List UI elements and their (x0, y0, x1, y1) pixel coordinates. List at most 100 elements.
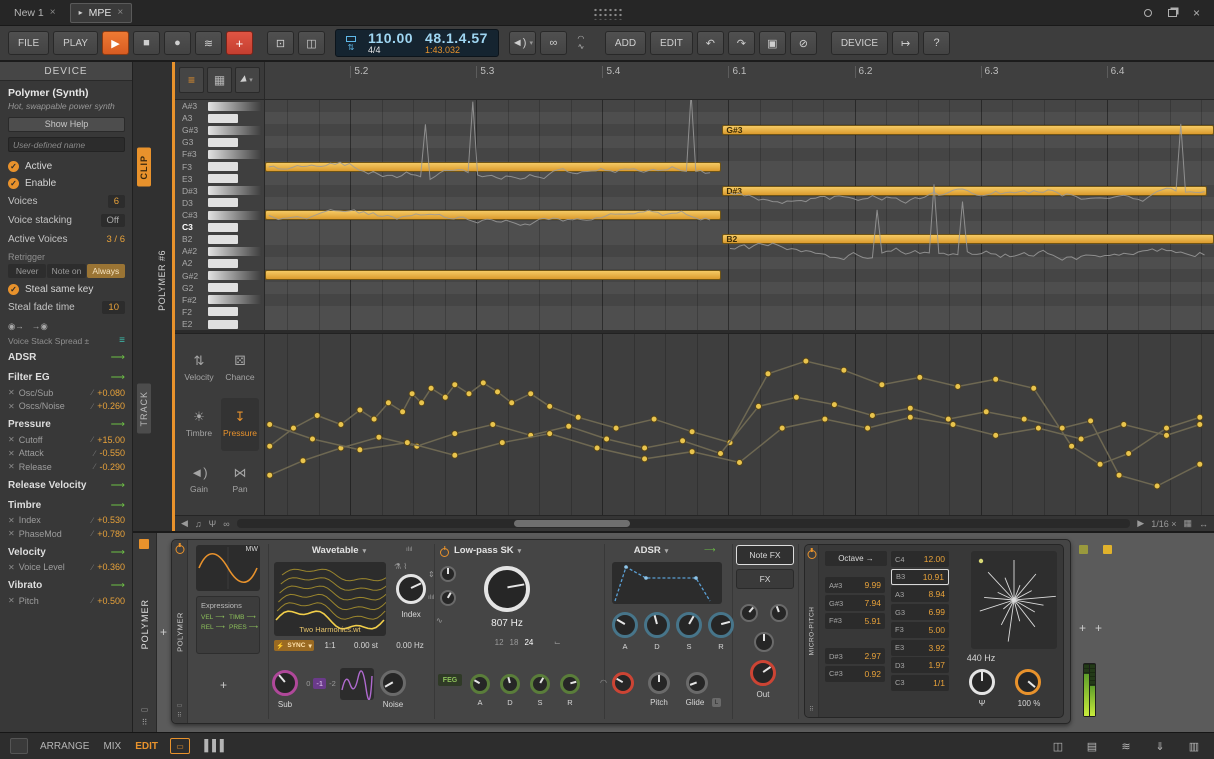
pressure-point[interactable] (841, 367, 847, 373)
pressure-point[interactable] (950, 422, 956, 428)
remove-icon[interactable]: ✕ (8, 529, 15, 538)
pressure-point[interactable] (267, 422, 273, 428)
tempo-value[interactable]: 110.00 (368, 31, 413, 45)
link-icon[interactable]: ∞ (223, 519, 229, 529)
add-track-button[interactable]: + (226, 31, 253, 55)
remove-icon[interactable]: ✕ (8, 563, 15, 572)
feg-knob-A[interactable] (470, 674, 490, 694)
feg-knob-D[interactable] (500, 674, 520, 694)
remove-icon[interactable]: ✕ (8, 596, 15, 605)
mod-amount-value[interactable]: +0.530 (97, 515, 125, 525)
pressure-point[interactable] (765, 371, 771, 377)
pitch-knob[interactable] (648, 672, 670, 694)
retrigger-out-icon[interactable]: →◉ (32, 321, 48, 332)
wavetable-display[interactable]: Two Harmonics.wt (274, 562, 386, 636)
pressure-point[interactable] (509, 400, 515, 406)
play-menu-button[interactable]: PLAY (53, 31, 98, 55)
pressure-point[interactable] (357, 407, 363, 413)
pressure-point[interactable] (955, 384, 961, 390)
piano-key[interactable]: G#3 (175, 124, 264, 136)
ref-freq-value[interactable]: 440 Hz (957, 653, 1005, 663)
add-device-button[interactable]: + (160, 625, 167, 639)
property-value[interactable]: Off (101, 214, 126, 227)
close-icon[interactable]: × (50, 7, 56, 18)
mod-amount-value[interactable]: +0.260 (97, 401, 125, 411)
mod-route-icon[interactable]: ⟶ (111, 547, 125, 558)
pressure-point[interactable] (865, 425, 871, 431)
pressure-point[interactable] (689, 449, 695, 455)
pressure-point[interactable] (983, 409, 989, 415)
pitch-cell[interactable]: G#37.94 (825, 595, 885, 611)
pressure-point[interactable] (357, 447, 363, 453)
pitch-value[interactable]: 1/1 (933, 678, 945, 688)
env-selector[interactable]: ADSR ▾ (616, 545, 686, 556)
vel-depth-knob[interactable] (740, 604, 758, 622)
mod-amount-value[interactable]: +15.00 (97, 435, 125, 445)
device-slot-swatch[interactable] (1103, 545, 1112, 554)
note-grid[interactable]: G#3D#3B2 (265, 100, 1214, 330)
pressure-point[interactable] (480, 380, 486, 386)
piano-key[interactable]: C#3 (175, 209, 264, 221)
remove-icon[interactable]: ✕ (8, 462, 15, 471)
pressure-point[interactable] (1097, 461, 1103, 467)
mod-route-icon[interactable]: ⟶ (111, 480, 125, 491)
feg-knob-S[interactable] (530, 674, 550, 694)
mod-amount-value[interactable]: +0.780 (97, 529, 125, 539)
fx-tab[interactable]: FX (736, 569, 794, 589)
pressure-point[interactable] (1088, 418, 1094, 424)
mod-slider-icon[interactable]: ∕ (92, 529, 93, 538)
pressure-point[interactable] (604, 436, 610, 442)
remove-icon[interactable]: ✕ (8, 516, 15, 525)
mod-slider-icon[interactable]: ∕ (94, 449, 95, 458)
pitch-cell[interactable]: D31.97 (891, 657, 949, 673)
info-button[interactable] (10, 738, 28, 754)
pressure-point[interactable] (1078, 436, 1084, 442)
pressure-point[interactable] (993, 376, 999, 382)
zoom-h-icon[interactable]: ↔ (1199, 519, 1208, 529)
mpe-icon[interactable]: Ψ (209, 519, 217, 529)
pressure-point[interactable] (793, 394, 799, 400)
status-icon[interactable]: ≋ (1116, 738, 1136, 754)
remove-icon[interactable]: ✕ (8, 388, 15, 397)
expression-slot[interactable]: TIMB⟶ (229, 613, 258, 621)
pressure-point[interactable] (499, 440, 505, 446)
note[interactable]: B2 (722, 234, 1214, 244)
out-knob[interactable] (750, 660, 776, 686)
piano-key[interactable]: A3 (175, 112, 264, 124)
pressure-depth-knob[interactable] (770, 604, 788, 622)
expression-slot[interactable]: PRES⟶ (229, 623, 258, 631)
mod-amount-value[interactable]: +0.080 (97, 388, 125, 398)
piano-key[interactable]: B2 (175, 233, 264, 245)
freq-offset-value[interactable]: 0.00 Hz (386, 641, 434, 650)
pressure-point[interactable] (300, 458, 306, 464)
track-tab[interactable]: TRACK (137, 384, 151, 434)
pressure-point[interactable] (737, 460, 743, 466)
pitch-cell[interactable]: E33.92 (891, 640, 949, 656)
piano-key[interactable]: F2 (175, 306, 264, 318)
power-icon[interactable] (807, 550, 816, 559)
pressure-point[interactable] (803, 358, 809, 364)
ref-pitch-knob[interactable] (969, 669, 995, 695)
expression-grid[interactable] (265, 334, 1214, 515)
horizontal-scrollbar[interactable] (237, 519, 1131, 528)
clip-name[interactable]: POLYMER #6 (157, 250, 167, 311)
pitch-cell[interactable]: C31/1 (891, 675, 949, 691)
show-help-button[interactable]: Show Help (8, 117, 125, 132)
pressure-point[interactable] (490, 422, 496, 428)
piano-key[interactable]: C3 (175, 221, 264, 233)
piano-key[interactable]: A#2 (175, 245, 264, 257)
pressure-point[interactable] (547, 403, 553, 409)
pitch-value[interactable]: 1.97 (928, 660, 945, 670)
track-name[interactable]: POLYMER (140, 599, 150, 649)
pressure-point[interactable] (400, 409, 406, 415)
pressure-point[interactable] (371, 416, 377, 422)
note[interactable] (265, 270, 721, 280)
feg-chip[interactable]: FEG (438, 674, 462, 686)
pitch-value[interactable]: 6.99 (928, 607, 945, 617)
detune-value[interactable]: 0.00 st (346, 641, 386, 650)
mod-out-icon[interactable]: ⟶ (704, 545, 715, 554)
pitch-cell[interactable]: A38.94 (891, 586, 949, 602)
pressure-point[interactable] (267, 443, 273, 449)
pressure-point[interactable] (1021, 416, 1027, 422)
pitch-value[interactable]: 7.94 (864, 598, 881, 608)
